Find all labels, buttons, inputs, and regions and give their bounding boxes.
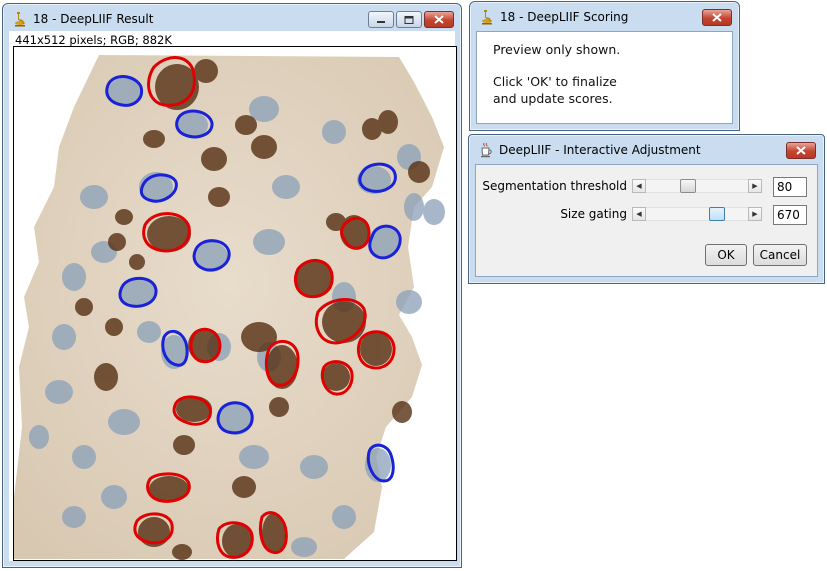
size-gating-label: Size gating — [560, 207, 627, 221]
result-client: 441x512 pixels; RGB; 882K — [9, 31, 457, 561]
segmentation-threshold-thumb[interactable] — [680, 179, 696, 193]
segmentation-threshold-track[interactable] — [646, 179, 748, 193]
image-canvas[interactable] — [13, 46, 457, 561]
close-button[interactable] — [786, 142, 816, 159]
result-window-title: 18 - DeepLIIF Result — [33, 12, 154, 26]
close-icon — [712, 13, 722, 22]
scoring-titlebar[interactable]: 18 - DeepLIIF Scoring — [470, 2, 739, 32]
maximize-button[interactable] — [396, 11, 422, 28]
segmentation-threshold-label: Segmentation threshold — [482, 179, 627, 193]
scoring-window-controls — [702, 9, 732, 26]
image-info: 441x512 pixels; RGB; 882K — [15, 33, 172, 47]
scoring-message-line-3: and update scores. — [493, 91, 613, 106]
size-gating-input[interactable]: 670 — [773, 205, 807, 225]
arrow-left-icon[interactable]: ◀ — [632, 179, 646, 193]
microscope-icon — [480, 9, 494, 25]
maximize-icon — [404, 15, 414, 24]
scoring-message-line-2: Click 'OK' to finalize — [493, 74, 617, 89]
result-window-controls — [368, 11, 454, 28]
size-gating-track[interactable] — [646, 207, 748, 221]
adjustment-client: Segmentation threshold ◀ ▶ 80 Size gatin… — [475, 164, 818, 277]
microscope-icon — [13, 11, 27, 27]
java-cup-icon — [479, 142, 493, 158]
adjustment-window-controls — [786, 142, 816, 159]
result-window[interactable]: 18 - DeepLIIF Result 441x512 pixels; RGB… — [2, 3, 462, 568]
ok-button[interactable]: OK — [705, 244, 747, 266]
close-icon — [434, 15, 444, 24]
minimize-button[interactable] — [368, 11, 394, 28]
scoring-window-title: 18 - DeepLIIF Scoring — [500, 10, 629, 24]
arrow-left-icon[interactable]: ◀ — [632, 207, 646, 221]
adjustment-titlebar[interactable]: DeepLIIF - Interactive Adjustment — [469, 135, 824, 165]
segmentation-threshold-slider[interactable]: ◀ ▶ — [632, 179, 762, 193]
scoring-window[interactable]: 18 - DeepLIIF Scoring Preview only shown… — [469, 1, 740, 131]
segmentation-threshold-input[interactable]: 80 — [773, 177, 807, 197]
scoring-message-line-1: Preview only shown. — [493, 42, 621, 57]
close-icon — [796, 146, 806, 155]
result-titlebar[interactable]: 18 - DeepLIIF Result — [3, 4, 461, 34]
size-gating-slider[interactable]: ◀ ▶ — [632, 207, 762, 221]
tissue-image — [14, 55, 445, 560]
arrow-right-icon[interactable]: ▶ — [748, 179, 762, 193]
arrow-right-icon[interactable]: ▶ — [748, 207, 762, 221]
adjustment-window-title: DeepLIIF - Interactive Adjustment — [499, 143, 701, 157]
cancel-button[interactable]: Cancel — [753, 244, 807, 266]
size-gating-thumb[interactable] — [709, 207, 725, 221]
close-button[interactable] — [424, 11, 454, 28]
adjustment-window[interactable]: DeepLIIF - Interactive Adjustment Segmen… — [468, 134, 825, 284]
minimize-icon — [377, 20, 385, 23]
scoring-client: Preview only shown. Click 'OK' to finali… — [476, 31, 733, 124]
close-button[interactable] — [702, 9, 732, 26]
